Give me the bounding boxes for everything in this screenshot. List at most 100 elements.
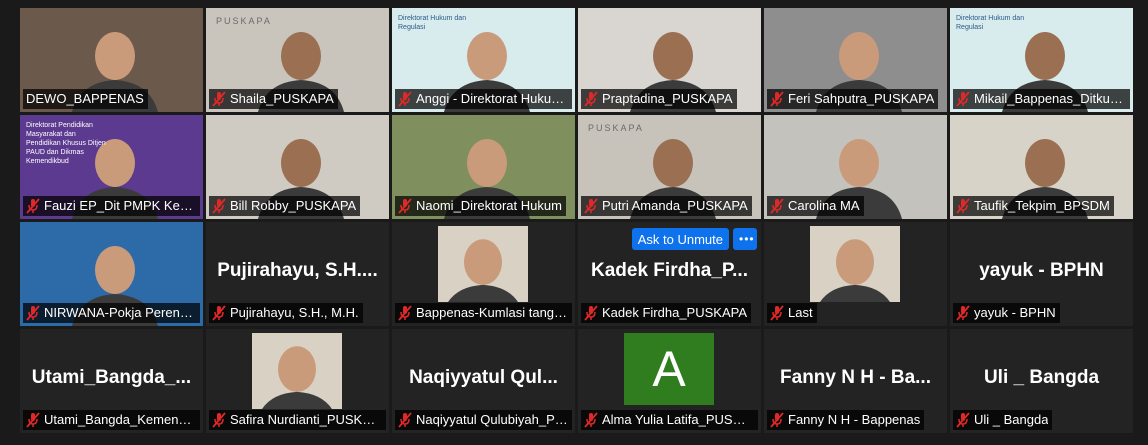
- participant-name: Naqiyyatul Qulubiyah_PUSKAPA: [416, 412, 568, 427]
- participant-display-name: Pujirahayu, S.H....: [217, 260, 378, 281]
- participant-name-label: Safira Nurdianti_PUSKAPA: [209, 410, 386, 430]
- participant-name: yayuk - BPHN: [974, 305, 1056, 320]
- participant-name: Praptadina_PUSKAPA: [602, 91, 733, 106]
- participant-name-label: Last: [767, 303, 817, 323]
- participant-display-name: Uli _ Bangda: [983, 367, 1100, 388]
- participant-photo: [252, 333, 342, 409]
- mic-muted-icon: [956, 198, 970, 214]
- participant-name: DEWO_BAPPENAS: [26, 91, 144, 106]
- participant-photo: [438, 226, 528, 302]
- participant-tile[interactable]: DEWO_BAPPENAS: [20, 8, 203, 112]
- participant-name-label: yayuk - BPHN: [953, 303, 1060, 323]
- mic-muted-icon: [770, 412, 784, 428]
- participant-tile[interactable]: Fanny N H - Ba... Fanny N H - Bappenas: [764, 329, 947, 433]
- mic-muted-icon: [398, 198, 412, 214]
- mic-muted-icon: [584, 91, 598, 107]
- participant-tile[interactable]: Feri Sahputra_PUSKAPA: [764, 8, 947, 112]
- virtual-background-banner: Direktorat Pendidikan Masyarakat dan Pen…: [26, 122, 106, 165]
- gallery-view: DEWO_BAPPENAS PUSKAPA Shaila_PUSKAPA Direkt…: [20, 8, 1133, 433]
- participant-name-label: Shaila_PUSKAPA: [209, 89, 338, 109]
- participant-tile[interactable]: PUSKAPA Shaila_PUSKAPA: [206, 8, 389, 112]
- participant-avatar: A: [624, 333, 714, 405]
- participant-tile[interactable]: Bappenas-Kumlasi tangan: [392, 222, 575, 326]
- participant-name-label: Naomi_Direktorat Hukum: [395, 196, 566, 216]
- participant-name: Mikail_Bappenas_Ditkumreg: [974, 91, 1126, 106]
- participant-name-label: Fanny N H - Bappenas: [767, 410, 925, 430]
- participant-tile[interactable]: Utami_Bangda_... Utami_Bangda_Kemendagri: [20, 329, 203, 433]
- mic-muted-icon: [584, 412, 598, 428]
- participant-name-label: Kadek Firdha_PUSKAPA: [581, 303, 751, 323]
- participant-tile[interactable]: Pujirahayu, S.H.... Pujirahayu, S.H., M.H…: [206, 222, 389, 326]
- participant-name-label: Utami_Bangda_Kemendagri: [23, 410, 200, 430]
- participant-tile[interactable]: Safira Nurdianti_PUSKAPA: [206, 329, 389, 433]
- participant-silhouette: [448, 239, 518, 302]
- participant-name: Shaila_PUSKAPA: [230, 91, 334, 106]
- participant-tile[interactable]: Naomi_Direktorat Hukum: [392, 115, 575, 219]
- more-options-button[interactable]: •••: [733, 228, 757, 250]
- participant-display-name: yayuk - BPHN: [979, 260, 1104, 281]
- participant-name-label: Pujirahayu, S.H., M.H.: [209, 303, 363, 323]
- mic-muted-icon: [212, 412, 226, 428]
- participant-tile[interactable]: NIRWANA-Pokja Perencanaan: [20, 222, 203, 326]
- mic-muted-icon: [956, 91, 970, 107]
- virtual-background-banner: Direktorat Hukum dan Regulasi: [956, 15, 1025, 31]
- participant-name-label: NIRWANA-Pokja Perencanaan: [23, 303, 200, 323]
- mic-muted-icon: [584, 198, 598, 214]
- mic-muted-icon: [26, 305, 40, 321]
- participant-name-label: Naqiyyatul Qulubiyah_PUSKAPA: [395, 410, 572, 430]
- participant-tile[interactable]: Praptadina_PUSKAPA: [578, 8, 761, 112]
- mic-muted-icon: [584, 305, 598, 321]
- ask-to-unmute-button[interactable]: Ask to Unmute: [631, 228, 729, 250]
- tile-hover-actions: Ask to Unmute •••: [631, 228, 757, 250]
- mic-muted-icon: [212, 198, 226, 214]
- participant-tile[interactable]: A Alma Yulia Latifa_PUSKAPA: [578, 329, 761, 433]
- participant-name: Alma Yulia Latifa_PUSKAPA: [602, 412, 754, 427]
- participant-photo: [810, 226, 900, 302]
- participant-tile[interactable]: Kadek Firdha_P... Ask to Unmute ••• Kadek F…: [578, 222, 761, 326]
- puskapa-watermark: PUSKAPA: [588, 123, 644, 133]
- participant-name: Anggi - Direktorat Hukum dan Regulasi: [416, 91, 568, 106]
- participant-name: Fanny N H - Bappenas: [788, 412, 921, 427]
- participant-name: Bill Robby_PUSKAPA: [230, 198, 357, 213]
- participant-tile[interactable]: Uli _ Bangda Uli _ Bangda: [950, 329, 1133, 433]
- mic-muted-icon: [398, 305, 412, 321]
- mic-muted-icon: [398, 91, 412, 107]
- participant-tile[interactable]: yayuk - BPHN yayuk - BPHN: [950, 222, 1133, 326]
- participant-tile[interactable]: PUSKAPA Putri Amanda_PUSKAPA: [578, 115, 761, 219]
- participant-tile[interactable]: Last: [764, 222, 947, 326]
- mic-muted-icon: [956, 305, 970, 321]
- mic-muted-icon: [956, 412, 970, 428]
- participant-name: NIRWANA-Pokja Perencanaan: [44, 305, 196, 320]
- participant-name: Fauzi EP_Dit PMPK Kemendikbud: [44, 198, 196, 213]
- participant-silhouette: [820, 239, 890, 302]
- participant-display-name: Utami_Bangda_...: [31, 367, 192, 388]
- participant-name-label: Uli _ Bangda: [953, 410, 1053, 430]
- participant-tile[interactable]: Carolina MA: [764, 115, 947, 219]
- participant-name-label: Putri Amanda_PUSKAPA: [581, 196, 752, 216]
- participant-name-label: Bill Robby_PUSKAPA: [209, 196, 361, 216]
- participant-name: Feri Sahputra_PUSKAPA: [788, 91, 935, 106]
- participant-name: Last: [788, 305, 813, 320]
- participant-name: Utami_Bangda_Kemendagri: [44, 412, 196, 427]
- participant-name: Bappenas-Kumlasi tangan: [416, 305, 568, 320]
- participant-name: Pujirahayu, S.H., M.H.: [230, 305, 359, 320]
- participant-tile[interactable]: Taufik_Tekpim_BPSDM: [950, 115, 1133, 219]
- participant-tile[interactable]: Bill Robby_PUSKAPA: [206, 115, 389, 219]
- virtual-background-banner: Direktorat Hukum dan Regulasi: [398, 15, 467, 31]
- participant-name: Carolina MA: [788, 198, 860, 213]
- participant-tile[interactable]: Direktorat Hukum dan Regulasi Mikail_Bapp…: [950, 8, 1133, 112]
- participant-name-label: Fauzi EP_Dit PMPK Kemendikbud: [23, 196, 200, 216]
- mic-muted-icon: [26, 198, 40, 214]
- mic-muted-icon: [770, 91, 784, 107]
- participant-tile[interactable]: Naqiyyatul Qul... Naqiyyatul Qulubiyah_PU…: [392, 329, 575, 433]
- mic-muted-icon: [770, 198, 784, 214]
- participant-name-label: Feri Sahputra_PUSKAPA: [767, 89, 939, 109]
- participant-display-name: Naqiyyatul Qul...: [409, 367, 558, 388]
- participant-name: Safira Nurdianti_PUSKAPA: [230, 412, 382, 427]
- participant-tile[interactable]: Direktorat Pendidikan Masyarakat dan Pen…: [20, 115, 203, 219]
- participant-name: Uli _ Bangda: [974, 412, 1049, 427]
- mic-muted-icon: [26, 412, 40, 428]
- participant-name: Kadek Firdha_PUSKAPA: [602, 305, 747, 320]
- participant-name: Putri Amanda_PUSKAPA: [602, 198, 748, 213]
- participant-tile[interactable]: Direktorat Hukum dan Regulasi Anggi - Dir…: [392, 8, 575, 112]
